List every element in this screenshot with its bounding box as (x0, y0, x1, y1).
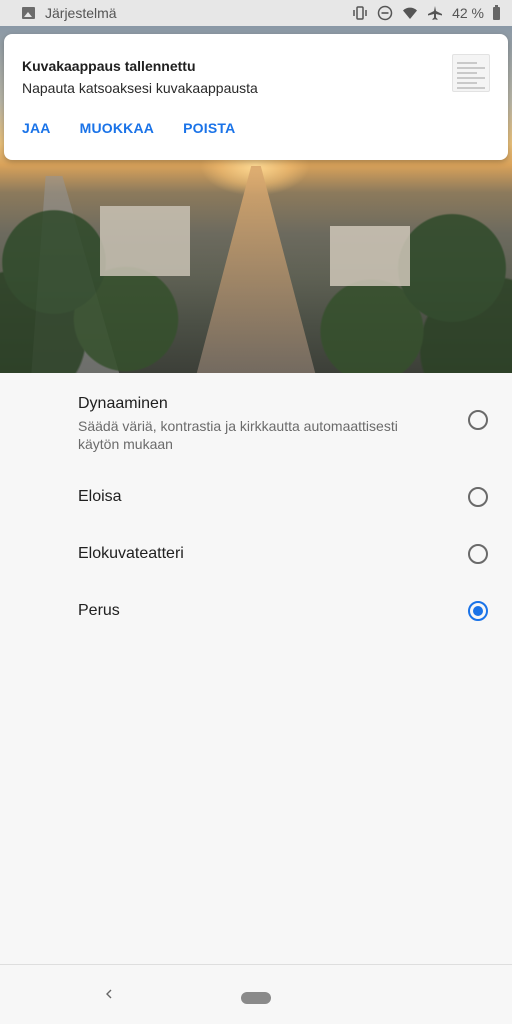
status-bar: Järjestelmä 42 % (0, 0, 512, 26)
airplane-icon (428, 6, 443, 20)
radio-button[interactable] (468, 544, 488, 564)
option-label: Elokuvateatteri (78, 545, 184, 562)
image-icon (22, 7, 35, 19)
edit-button[interactable]: MUOKKAA (80, 120, 155, 136)
notification-title: Kuvakaappaus tallennettu (22, 58, 196, 74)
radio-button[interactable] (468, 487, 488, 507)
radio-button[interactable] (468, 410, 488, 430)
option-label: Eloisa (78, 488, 122, 505)
color-mode-options: Dynaaminen Säädä väriä, kontrastia ja ki… (0, 373, 512, 654)
option-basic[interactable]: Perus (0, 597, 512, 654)
vibrate-icon (353, 6, 367, 20)
wifi-icon (403, 7, 418, 19)
navigation-bar (0, 964, 512, 1024)
screenshot-thumbnail[interactable] (452, 54, 490, 92)
share-button[interactable]: JAA (22, 120, 51, 136)
battery-percentage: 42 % (452, 5, 484, 21)
battery-icon (493, 4, 500, 20)
chevron-left-icon[interactable] (104, 989, 114, 999)
delete-button[interactable]: POISTA (183, 120, 235, 136)
radio-button-selected[interactable] (468, 601, 488, 621)
notification-text: Napauta katsoaksesi kuvakaappausta (22, 80, 258, 96)
option-cinema[interactable]: Elokuvateatteri (0, 540, 512, 597)
option-dynamic[interactable]: Dynaaminen Säädä väriä, kontrastia ja ki… (0, 373, 512, 483)
option-description: Säädä väriä, kontrastia ja kirkkautta au… (78, 418, 398, 452)
screenshot-notification[interactable]: Kuvakaappaus tallennettu Napauta katsoak… (4, 34, 508, 160)
option-label: Perus (78, 602, 120, 619)
option-label: Dynaaminen (78, 395, 168, 412)
status-app-label: Järjestelmä (45, 5, 117, 21)
home-pill-icon[interactable] (241, 992, 271, 1004)
notification-actions: JAA MUOKKAA POISTA (22, 120, 235, 136)
do-not-disturb-icon (377, 5, 393, 21)
option-vivid[interactable]: Eloisa (0, 483, 512, 540)
